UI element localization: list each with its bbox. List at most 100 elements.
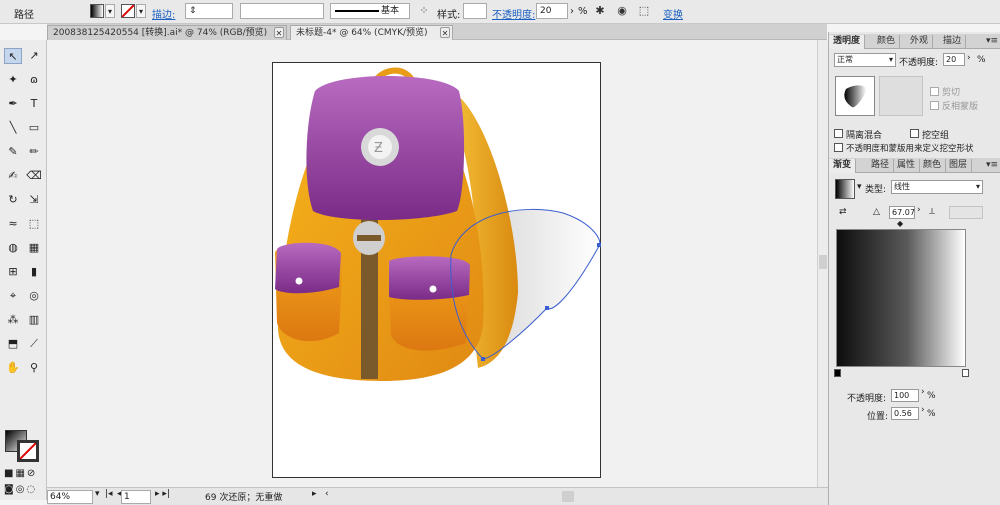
blob-brush-tool[interactable]: ✍ [4,168,22,184]
clip-checkbox[interactable] [930,87,939,96]
scroll-thumb[interactable] [819,255,827,269]
slice-tool[interactable]: ⟋ [25,336,43,352]
opacity-mask-knockout-checkbox[interactable] [834,143,843,152]
free-transform-tool[interactable]: ⬚ [25,216,43,232]
angle-stepper-icon[interactable]: › [917,205,921,215]
blend-tool[interactable]: ◎ [25,288,43,304]
opacity-stepper-icon[interactable]: › [967,53,971,63]
scale-tool[interactable]: ⇲ [25,192,43,208]
mask-thumbnail[interactable] [879,76,923,116]
invert-mask-checkbox[interactable] [930,101,939,110]
magic-wand-tool[interactable]: ✦ [4,72,22,88]
tab-stroke[interactable]: 描边 [939,35,967,49]
close-icon[interactable]: ✕ [440,27,450,38]
opacity-link[interactable]: 不透明度: [492,6,535,21]
horizontal-scroll-thumb[interactable] [562,491,574,502]
graphic-style-picker[interactable] [463,3,487,19]
panel-menu-icon[interactable]: ▾≡ [986,35,998,48]
color-mode-buttons[interactable]: ■▦⊘ [4,468,37,479]
stroke-link[interactable]: 描边: [152,6,175,21]
next-artboard-icon[interactable]: ▸ ▸| [155,489,170,499]
lasso-tool[interactable]: ɷ [25,72,43,88]
fill-dropdown[interactable]: ▾ [105,4,115,18]
gradient-tool[interactable]: ▮ [25,264,43,280]
object-thumbnail[interactable] [835,76,875,116]
artboard-tool[interactable]: ⬒ [4,336,22,352]
fill-swatch[interactable] [90,4,104,18]
blend-mode-select[interactable]: 正常 ▾ [834,53,896,67]
panel-opacity-field[interactable]: 20 [943,53,965,66]
artboard-number-field[interactable]: 1 [121,490,151,504]
vertical-scrollbar[interactable] [817,40,828,487]
zoom-field[interactable]: 64% [47,490,93,504]
align-icon[interactable]: ⬚ [636,3,652,19]
gradient-preview-dropdown[interactable]: ▾ [857,182,862,192]
opacity-field[interactable]: 20 [536,3,568,19]
isolate-icon[interactable]: ◉ [614,3,630,19]
column-graph-tool[interactable]: ▥ [25,312,43,328]
tab-gradient[interactable]: 渐变 [829,159,857,173]
recolor-artwork-icon[interactable]: ✱ [592,3,608,19]
gradient-preview-swatch[interactable] [835,179,855,199]
pen-tool[interactable]: ✒ [4,96,22,112]
rectangle-tool[interactable]: ▭ [25,120,43,136]
angle-field[interactable]: 67.07 [889,206,915,219]
midpoint-diamond-icon[interactable]: ◆ [897,219,903,228]
close-icon[interactable]: ✕ [274,27,284,38]
gradient-stop-white[interactable] [962,369,969,377]
direct-selection-tool[interactable]: ↗ [25,48,43,64]
rotate-tool[interactable]: ↻ [4,192,22,208]
stop-location-field[interactable]: 0.56 [891,407,919,420]
stroke-dropdown[interactable]: ▾ [136,4,146,18]
opacity-arrow[interactable]: › [570,6,574,17]
zoom-dropdown-icon[interactable]: ▾ [95,489,100,499]
warp-tool[interactable]: ≈ [4,216,22,232]
reverse-gradient-icon[interactable]: ⇄ [839,207,847,217]
tab-attributes[interactable]: 属性 [893,159,921,173]
stroke-color-swatch[interactable] [17,440,39,462]
hand-tool[interactable]: ✋ [4,360,22,376]
artboard[interactable]: Ƶ [272,62,601,478]
gradient-slider-preview[interactable] [836,229,966,367]
status-menu-icon[interactable]: ▸ [312,489,317,499]
shape-builder-tool[interactable]: ◍ [4,240,22,256]
type-tool[interactable]: T [25,96,43,112]
transform-link[interactable]: 变换 [663,6,683,21]
line-tool[interactable]: ╲ [4,120,22,136]
zoom-tool[interactable]: ⚲ [25,360,43,376]
tab-pathfinder[interactable]: 路径 [867,159,895,173]
panel-menu-icon[interactable]: ▾≡ [986,159,998,172]
stop-location-stepper-icon[interactable]: › [921,405,925,415]
backpack-illustration[interactable]: Ƶ [273,63,602,479]
arrange-icon[interactable]: ⁘ [416,3,432,19]
pencil-tool[interactable]: ✏ [25,144,43,160]
stroke-swatch[interactable] [121,4,135,18]
drawing-mode-buttons[interactable]: ◙◎◌ [4,484,37,495]
tab-color[interactable]: 颜色 [873,35,901,49]
symbol-sprayer-tool[interactable]: ⁂ [4,312,22,328]
stop-opacity-stepper-icon[interactable]: › [921,387,925,397]
perspective-grid-tool[interactable]: ▦ [25,240,43,256]
eraser-tool[interactable]: ⌫ [25,168,43,184]
first-artboard-icon[interactable]: |◂ [105,489,113,499]
brush-definition[interactable]: 基本 [330,3,410,19]
gradient-type-select[interactable]: 线性 ▾ [891,180,983,194]
variable-width-profile[interactable] [240,3,324,19]
gradient-stop-black[interactable] [834,369,841,377]
mesh-tool[interactable]: ⊞ [4,264,22,280]
tab-color[interactable]: 颜色 [919,159,947,173]
isolate-blending-checkbox[interactable] [834,129,843,138]
tab-document-1[interactable]: 200838125420554 [转换].ai* @ 74% (RGB/预览) … [47,25,287,40]
tab-transparency[interactable]: 透明度 [829,35,866,49]
selection-tool[interactable]: ↖ [4,48,22,64]
stroke-weight-field[interactable]: ⇕ [185,3,233,19]
tab-layers[interactable]: 图层 [945,159,973,173]
knockout-group-checkbox[interactable] [910,129,919,138]
stop-opacity-field[interactable]: 100 [891,389,919,402]
eyedropper-tool[interactable]: ⌖ [4,288,22,304]
scroll-left-icon[interactable]: ‹ [325,489,329,499]
paintbrush-tool[interactable]: ✎ [4,144,22,160]
tab-appearance[interactable]: 外观 [906,35,934,49]
fill-stroke-swatches[interactable] [5,430,41,462]
tab-document-2[interactable]: 未标题-4* @ 64% (CMYK/预览) ✕ [290,25,453,40]
